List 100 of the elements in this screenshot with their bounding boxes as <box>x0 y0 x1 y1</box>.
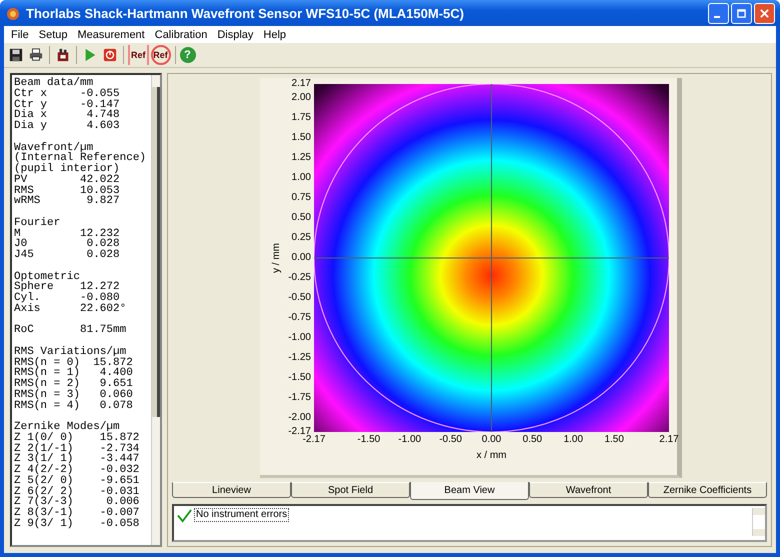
readout-label: Dia x <box>14 110 48 121</box>
readout-label: Z 1(0/ 0) <box>14 432 74 444</box>
tick-label: 0.00 <box>482 434 502 445</box>
readout-label: Z 2(1/-1) <box>14 444 74 454</box>
readout-value: 81.75mm <box>80 325 126 336</box>
readout-label: Z 9(3/ 1) <box>14 518 74 530</box>
readout-label: RoC <box>14 325 35 336</box>
tick-label: -2.00 <box>288 413 311 424</box>
close-icon <box>760 8 769 18</box>
readout-value: -0.007 <box>98 508 140 519</box>
tick-label: 1.00 <box>292 172 311 183</box>
tick-label: -0.50 <box>439 434 462 445</box>
readout-value: 22.602° <box>80 304 126 314</box>
tick-label: -1.75 <box>288 393 311 404</box>
window-title: Thorlabs Shack-Hartmann Wavefront Sensor WFS10-5C (MLA150M-5C) <box>26 6 465 20</box>
readout-label: J0 <box>14 239 28 250</box>
tab[interactable]: Wavefront <box>529 482 648 498</box>
readout-label: PV <box>14 174 28 186</box>
tab[interactable]: Zernike Coefficients <box>648 482 767 498</box>
section-heading: Optometric <box>14 272 80 282</box>
tick-label: -1.00 <box>288 333 311 344</box>
tick-label: 0.50 <box>522 434 542 445</box>
readout-label: Z 7(3/-3) <box>14 497 74 508</box>
readout-label: RMS(n = 0) <box>14 358 80 368</box>
section-heading: Fourier <box>14 218 62 228</box>
readout-value: -0.080 <box>80 293 120 304</box>
readout-label: Ctr x <box>14 88 48 100</box>
tab[interactable]: Lineview <box>172 482 291 498</box>
menu-item[interactable]: Measurement <box>72 28 150 40</box>
help-button[interactable]: ? <box>180 47 196 63</box>
minimize-button[interactable] <box>708 2 729 24</box>
reference-grid-button[interactable]: Ref <box>128 45 149 65</box>
tab[interactable]: Spot Field <box>291 482 410 498</box>
tick-label: 0.00 <box>292 253 311 263</box>
maximize-button[interactable] <box>731 2 752 24</box>
readout-value: 0.028 <box>86 239 120 250</box>
readout-value: 4.748 <box>86 110 120 121</box>
readout-value: 12.232 <box>80 228 120 240</box>
readout-label: Sphere <box>14 282 54 293</box>
readout-value: 10.053 <box>80 186 120 196</box>
tick-label: 1.00 <box>564 434 584 445</box>
readout-value: 0.078 <box>98 400 133 412</box>
readout-value: -0.031 <box>98 486 140 498</box>
tick-label: -1.50 <box>288 373 311 384</box>
vertical-scrollbar[interactable] <box>151 75 160 545</box>
reference-target-button[interactable]: Ref <box>150 45 171 65</box>
section-heading: Wavefront/µm <box>14 142 94 154</box>
readout-value: -0.058 <box>98 518 140 530</box>
close-button[interactable] <box>754 2 775 24</box>
readout-value: 9.651 <box>98 379 133 390</box>
section-heading: (Internal Reference) <box>14 153 148 164</box>
tick-label: 2.17 <box>659 434 679 445</box>
readout-label: Z 8(3/-1) <box>14 508 74 519</box>
tick-label: 2.17 <box>292 79 311 89</box>
readout-label: Axis <box>14 304 42 314</box>
tick-label: -0.75 <box>288 313 311 324</box>
tick-label: 2.00 <box>292 92 311 103</box>
readout-value: 15.872 <box>93 358 133 368</box>
vertical-scrollbar[interactable] <box>752 508 765 536</box>
axis-label: y / mm <box>270 243 282 273</box>
readout-value: 12.272 <box>80 282 120 293</box>
tick-label: 0.25 <box>292 232 311 243</box>
readout-label: M <box>14 228 21 240</box>
readout-label: RMS <box>14 186 34 196</box>
app-icon <box>5 5 21 21</box>
readout-label: RMS(n = 1) <box>14 368 80 379</box>
readout-label: Cyl. <box>14 293 42 304</box>
axis-label: x / mm <box>476 450 506 463</box>
readout-value: 0.006 <box>106 497 140 508</box>
readout-label: RMS(n = 2) <box>14 379 80 390</box>
menu-item[interactable]: Setup <box>34 28 72 40</box>
readout-value: 0.060 <box>98 390 133 400</box>
tick-label: 0.50 <box>292 212 311 223</box>
menu-item[interactable]: File <box>6 28 34 40</box>
readout-value: 4.603 <box>86 121 120 132</box>
readout-label: Z 4(2/-2) <box>14 465 74 476</box>
tick-label: -0.25 <box>288 273 311 284</box>
readout-value: 15.872 <box>100 432 140 444</box>
tick-label: -1.25 <box>288 353 311 364</box>
readout-value: -0.032 <box>98 465 140 476</box>
section-heading: Zernike Modes/µm <box>14 422 120 433</box>
menu-item[interactable]: Calibration <box>150 28 212 40</box>
maximize-icon <box>737 8 746 18</box>
menu-item[interactable]: Display <box>212 28 258 40</box>
tick-label: -1.50 <box>357 434 380 445</box>
readout-value: -3.447 <box>98 454 140 465</box>
readout-value: -2.734 <box>98 444 140 454</box>
menu-item[interactable]: Help <box>258 28 292 40</box>
readout-value: 9.827 <box>86 196 120 207</box>
tick-label: 1.25 <box>292 152 311 163</box>
readout-value: 42.022 <box>80 174 120 186</box>
readout-label: wRMS <box>14 196 42 207</box>
tick-label: 1.75 <box>292 112 311 123</box>
readout-value: -0.147 <box>80 100 120 110</box>
tick-label: 1.50 <box>604 434 624 445</box>
readout-label: Ctr y <box>14 100 48 110</box>
section-heading: (pupil interior) <box>14 164 121 175</box>
tick-label: -0.50 <box>288 293 311 304</box>
tab[interactable]: Beam View <box>410 482 529 500</box>
readout-label: RMS(n = 4) <box>14 400 80 412</box>
